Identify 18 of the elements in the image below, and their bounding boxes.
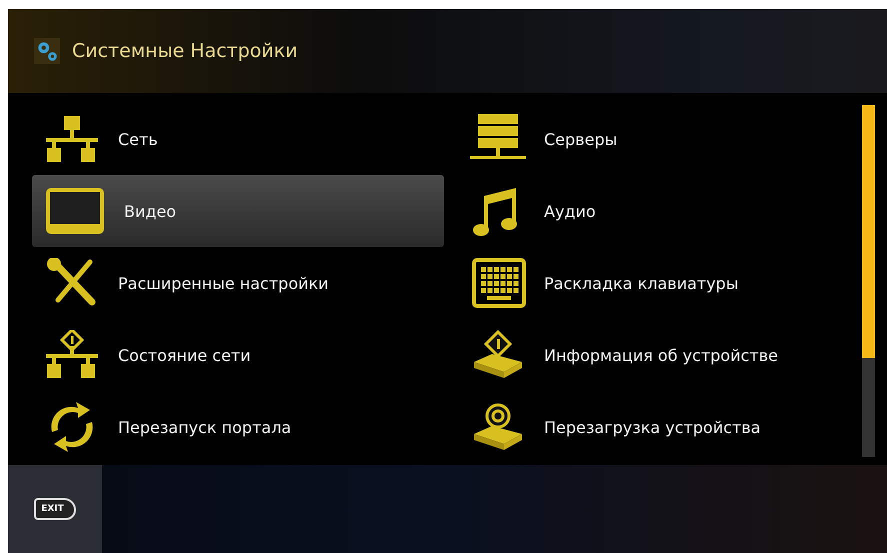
menu-item[interactable]: Перезагрузка устройства — [458, 391, 862, 463]
exit-key[interactable]: EXIT — [34, 498, 76, 520]
menu-item[interactable]: Видео — [32, 175, 444, 247]
network-icon — [44, 114, 100, 164]
keyboard-icon — [470, 258, 526, 308]
menu-item[interactable]: Сеть — [32, 103, 444, 175]
menu-item[interactable]: Состояние сети — [32, 319, 444, 391]
menu-item[interactable]: Аудио — [458, 175, 862, 247]
gears-icon — [34, 38, 60, 64]
screen-title: Системные Настройки — [72, 40, 298, 62]
menu-item[interactable]: Информация об устройстве — [458, 319, 862, 391]
menu-item[interactable]: Расширенные настройки — [32, 247, 444, 319]
monitor-icon — [44, 186, 106, 236]
network-icon — [44, 330, 100, 380]
menu-item[interactable]: Раскладка клавиатуры — [458, 247, 862, 319]
menu-item[interactable]: Серверы — [458, 103, 862, 175]
menu-item[interactable]: Перезапуск портала — [32, 391, 444, 463]
scrollbar[interactable] — [862, 105, 875, 457]
